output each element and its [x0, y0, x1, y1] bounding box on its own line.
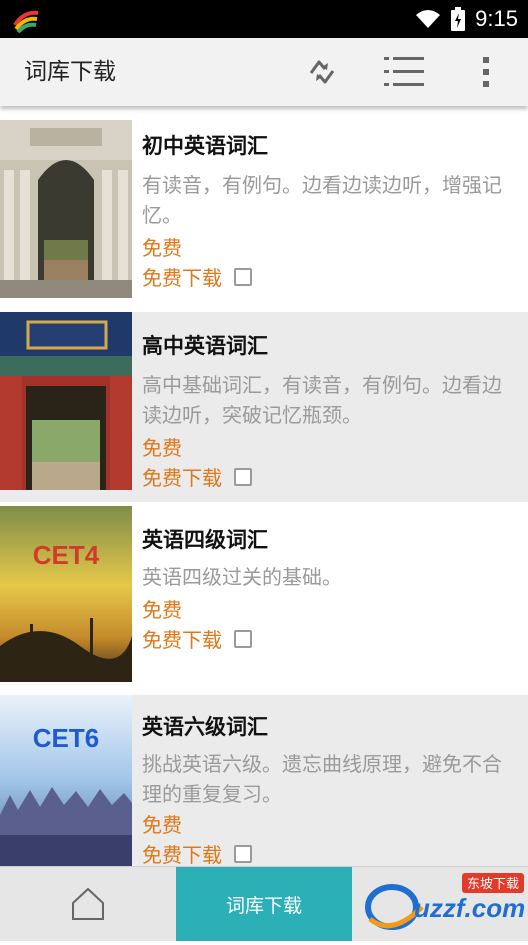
list-item[interactable]: 高中英语词汇 高中基础词汇，有读音，有例句。边看边读边听，突破记忆瓶颈。 免费 …: [0, 312, 528, 502]
overflow-menu-icon[interactable]: [466, 52, 506, 92]
item-description: 挑战英语六级。遗忘曲线原理，避免不合理的重复复习。: [142, 752, 502, 806]
download-option[interactable]: 免费下载: [142, 624, 252, 653]
cet4-cover-image: CET4: [0, 506, 132, 682]
item-price: 免费: [142, 598, 182, 622]
cet6-label: CET6: [33, 723, 99, 753]
battery-icon: [451, 7, 466, 31]
university-gate-image: [0, 120, 132, 298]
logo-text: uzzf.com: [414, 893, 525, 923]
item-description: 有读音，有例句。边看边读边听，增强记忆。: [142, 173, 502, 227]
sync-icon[interactable]: [302, 52, 342, 92]
list-item[interactable]: 初中英语词汇 有读音，有例句。边看边读边听，增强记忆。 免费 免费下载: [0, 106, 528, 312]
download-checkbox[interactable]: [234, 844, 252, 863]
item-title: 英语六级词汇: [142, 715, 268, 739]
cet6-cover-image: CET6: [0, 695, 132, 866]
download-label: 免费下载: [142, 266, 222, 290]
item-title: 英语四级词汇: [142, 528, 268, 552]
download-label: 免费下载: [142, 628, 222, 652]
item-description: 高中基础词汇，有读音，有例句。边看边读边听，突破记忆瓶颈。: [142, 373, 502, 427]
page-title: 词库下载: [24, 59, 116, 85]
item-title: 高中英语词汇: [142, 334, 268, 358]
item-price: 免费: [142, 236, 182, 260]
download-checkbox[interactable]: [234, 267, 252, 286]
peking-university-gate-image: [0, 312, 132, 490]
download-option[interactable]: 免费下载: [142, 462, 252, 491]
item-price: 免费: [142, 436, 182, 460]
item-description: 英语四级过关的基础。: [142, 565, 342, 589]
clock-time: 9:15: [475, 6, 518, 31]
item-title: 初中英语词汇: [142, 134, 268, 158]
wifi-icon: [416, 10, 441, 28]
status-bar: 9:15: [0, 0, 528, 38]
list-icon[interactable]: [384, 52, 424, 92]
download-checkbox[interactable]: [234, 629, 252, 648]
download-option[interactable]: 免费下载: [142, 839, 252, 866]
home-tab[interactable]: [0, 867, 176, 941]
download-option[interactable]: 免费下载: [142, 262, 252, 291]
tab-vocab-download[interactable]: 词库下载: [176, 867, 352, 941]
download-checkbox[interactable]: [234, 467, 252, 486]
item-price: 免费: [142, 813, 182, 837]
list-item[interactable]: CET4 英语四级词汇 英语四级过关的基础。 免费 免费下载: [0, 502, 528, 695]
uzzf-logo: uzzf.com 东坡下载: [352, 867, 528, 941]
cet4-label: CET4: [33, 540, 100, 570]
app-logo-icon: [13, 10, 39, 33]
bottom-navigation: 词库下载 uzzf.com 东坡下载: [0, 866, 528, 941]
list-item[interactable]: CET6 英语六级词汇 挑战英语六级。遗忘曲线原理，避免不合理的重复复习。 免费…: [0, 695, 528, 866]
download-label: 免费下载: [142, 843, 222, 866]
vocabulary-list: 初中英语词汇 有读音，有例句。边看边读边听，增强记忆。 免费 免费下载 高中英语…: [0, 106, 528, 866]
logo-subtext: 东坡下载: [467, 877, 519, 892]
home-icon: [72, 887, 104, 920]
action-bar: 词库下载: [0, 38, 528, 106]
download-label: 免费下载: [142, 466, 222, 490]
